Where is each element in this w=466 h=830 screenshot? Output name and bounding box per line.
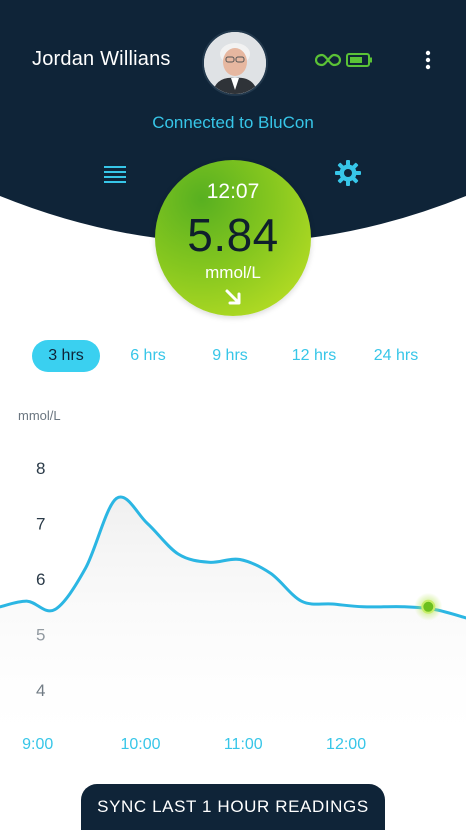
series-area [0,496,466,738]
tab-6-hrs[interactable]: 6 hrs [114,340,182,372]
glucose-chart-svg: mmol/L876549:0010:0011:0012:00 [0,408,466,753]
glucose-chart: mmol/L876549:0010:0011:0012:00 [0,400,466,770]
glucose-reading-circle: 12:07 5.84 mmol/L [155,160,311,316]
menu-icon[interactable] [103,163,127,185]
tab-9-hrs[interactable]: 9 hrs [196,340,264,372]
glucose-unit: mmol/L [205,263,261,282]
arrow-down-right-icon [225,289,241,305]
more-vertical-icon[interactable] [420,48,436,74]
y-axis-label: mmol/L [18,408,61,423]
x-tick-label: 9:00 [22,736,53,753]
y-tick-label: 7 [36,514,45,533]
current-point[interactable] [421,599,436,614]
user-name: Jordan Willians [32,48,171,70]
avatar[interactable] [202,30,268,96]
x-tick-label: 12:00 [326,736,366,753]
reading-time: 12:07 [206,180,260,203]
range-tabs: 3 hrs 6 hrs 9 hrs 12 hrs 24 hrs [0,340,466,374]
tab-3-hrs[interactable]: 3 hrs [32,340,100,372]
y-tick-label: 6 [36,570,45,589]
tab-12-hrs[interactable]: 12 hrs [278,340,350,372]
sync-readings-button[interactable]: SYNC LAST 1 HOUR READINGS [81,784,385,830]
infinity-link-icon [315,53,341,67]
y-tick-label: 8 [36,459,45,478]
battery-icon [346,53,372,67]
tab-24-hrs[interactable]: 24 hrs [360,340,432,372]
gear-icon[interactable] [334,159,362,187]
connection-status: Connected to BluCon [152,113,314,132]
x-tick-label: 10:00 [120,736,160,753]
x-tick-label: 11:00 [224,736,263,753]
glucose-value: 5.84 [187,209,279,261]
